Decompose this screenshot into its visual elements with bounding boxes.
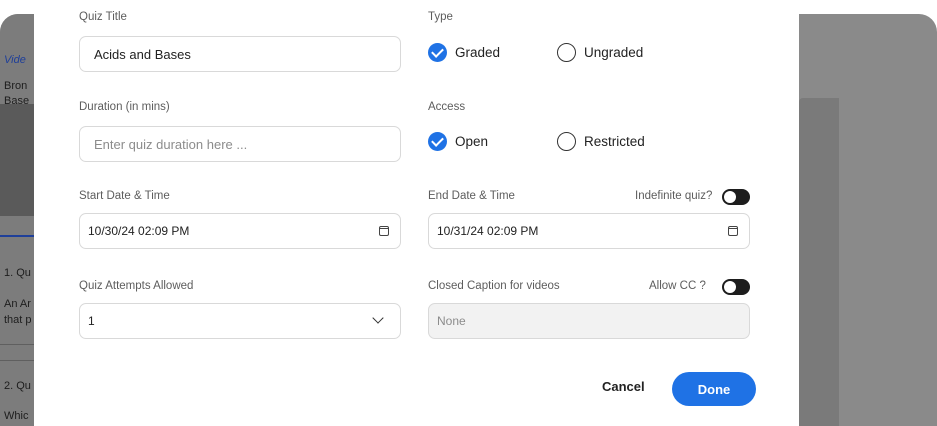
background-text: Whic: [4, 410, 29, 422]
background-text: 2. Qu: [4, 380, 31, 392]
background-text: Bron: [4, 80, 28, 92]
radio-graded[interactable]: Graded: [428, 43, 500, 62]
closed-caption-value: None: [437, 314, 466, 328]
calendar-icon[interactable]: [379, 226, 389, 236]
quiz-attempts-value: 1: [88, 314, 95, 328]
cancel-button[interactable]: Cancel: [602, 379, 645, 394]
checked-radio-icon: [428, 132, 447, 151]
indefinite-quiz-label: Indefinite quiz?: [635, 190, 713, 202]
closed-caption-label: Closed Caption for videos: [428, 280, 560, 292]
start-date-input[interactable]: 10/30/24 02:09 PM: [79, 213, 401, 249]
end-date-value: 10/31/24 02:09 PM: [437, 224, 539, 238]
background-divider: [0, 344, 34, 345]
background-page: Vide Bron Base 1. Qu An Ar that p 2. Qu …: [0, 14, 34, 426]
start-date-label: Start Date & Time: [79, 190, 170, 202]
radio-ungraded-label: Ungraded: [584, 45, 644, 60]
quiz-attempts-select[interactable]: 1: [79, 303, 401, 339]
radio-restricted[interactable]: Restricted: [557, 132, 645, 151]
quiz-attempts-label: Quiz Attempts Allowed: [79, 280, 194, 292]
quiz-settings-modal: Quiz Title Acids and Bases Type Graded U…: [34, 0, 799, 426]
end-date-input[interactable]: 10/31/24 02:09 PM: [428, 213, 750, 249]
background-divider: [0, 235, 34, 237]
calendar-icon[interactable]: [728, 226, 738, 236]
background-card: [799, 98, 839, 426]
indefinite-quiz-toggle[interactable]: [722, 189, 750, 205]
radio-open[interactable]: Open: [428, 132, 488, 151]
done-button[interactable]: Done: [672, 372, 756, 406]
quiz-title-input[interactable]: Acids and Bases: [79, 36, 401, 72]
background-divider: [0, 360, 34, 361]
radio-restricted-label: Restricted: [584, 134, 645, 149]
background-text: 1. Qu: [4, 267, 31, 279]
end-date-label: End Date & Time: [428, 190, 515, 202]
unchecked-radio-icon: [557, 43, 576, 62]
radio-ungraded[interactable]: Ungraded: [557, 43, 643, 62]
duration-input[interactable]: Enter quiz duration here ...: [79, 126, 401, 162]
access-label: Access: [428, 101, 466, 113]
background-text: Vide: [4, 54, 26, 66]
checked-radio-icon: [428, 43, 447, 62]
quiz-title-label: Quiz Title: [79, 11, 127, 23]
closed-caption-input: None: [428, 303, 750, 339]
background-text: that p: [4, 314, 32, 326]
background-image: [0, 104, 34, 216]
start-date-value: 10/30/24 02:09 PM: [88, 224, 190, 238]
type-label: Type: [428, 11, 453, 23]
radio-open-label: Open: [455, 134, 489, 149]
unchecked-radio-icon: [557, 132, 576, 151]
allow-cc-label: Allow CC ?: [649, 280, 706, 292]
background-text: An Ar: [4, 298, 31, 310]
duration-label: Duration (in mins): [79, 101, 170, 113]
screen: Vide Bron Base 1. Qu An Ar that p 2. Qu …: [0, 0, 937, 426]
allow-cc-toggle[interactable]: [722, 279, 750, 295]
radio-graded-label: Graded: [455, 45, 501, 60]
